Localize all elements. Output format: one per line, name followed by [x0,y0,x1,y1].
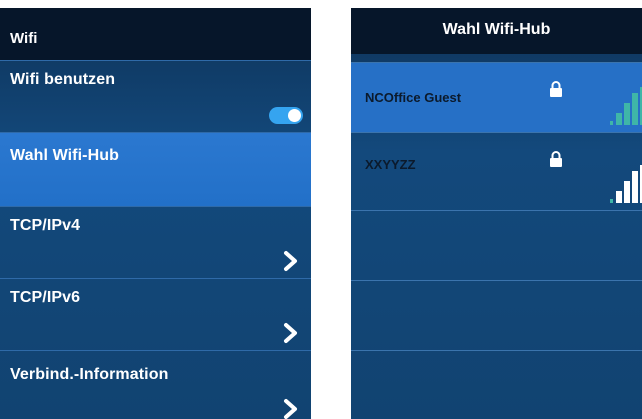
menu-item-label: Verbind.-Information [10,366,169,383]
wifi-signal-icon [610,87,642,125]
network-ssid: NCOffice Guest [365,90,462,105]
menu-item-tcp-ipv4[interactable]: TCP/IPv4 [0,206,311,278]
wifi-toggle[interactable] [269,107,303,124]
network-row-xxyyzz[interactable]: XXYYZZ [351,132,642,210]
menu-item-label: Wifi benutzen [10,71,116,88]
hub-title: Wahl Wifi-Hub [442,21,551,38]
menu-item-tcp-ipv6[interactable]: TCP/IPv6 [0,278,311,350]
wifi-header: Wifi [0,8,311,60]
menu-item-label: TCP/IPv6 [10,289,81,306]
empty-list-row [351,350,642,419]
menu-item-label: Wahl Wifi-Hub [10,147,119,164]
network-row-ncoffice-guest[interactable]: NCOffice Guest [351,62,642,132]
wifi-settings-panel: Wifi Wifi benutzen Wahl Wifi-Hub TCP/IPv… [0,8,311,419]
wifi-signal-icon [610,165,642,203]
toggle-knob [288,109,301,122]
chevron-right-icon [284,323,297,343]
menu-item-verbind-information[interactable]: Verbind.-Information [0,350,311,419]
wifi-title: Wifi [10,30,38,47]
network-ssid: XXYYZZ [365,157,416,172]
empty-list-row [351,280,642,351]
lock-icon [550,151,562,167]
chevron-right-icon [284,251,297,271]
lock-icon [550,81,562,97]
empty-list-row [351,210,642,281]
wifi-hub-panel: Wahl Wifi-Hub NCOffice Guest XXYYZZ [351,8,642,419]
menu-item-wifi-benutzen[interactable]: Wifi benutzen [0,60,311,132]
chevron-right-icon [284,399,297,419]
hub-header: Wahl Wifi-Hub [351,8,642,54]
menu-item-label: TCP/IPv4 [10,217,81,234]
menu-item-wahl-wifi-hub[interactable]: Wahl Wifi-Hub [0,132,311,206]
